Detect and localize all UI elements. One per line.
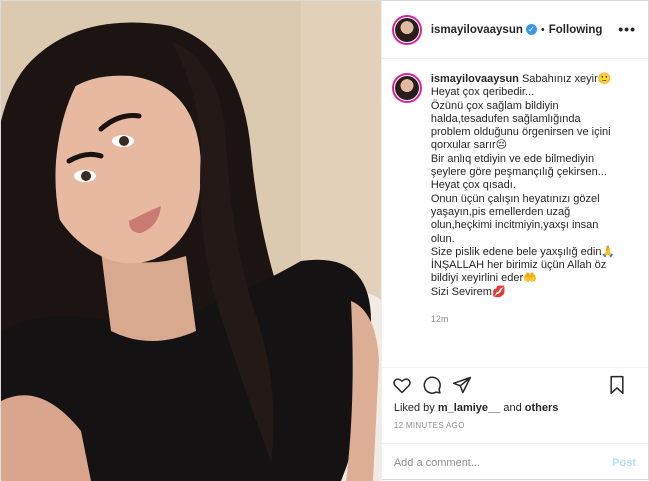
caption-line: bildiyi xeyirlini eder🤲	[430, 272, 537, 285]
post-time-ago[interactable]: 12 MINUTES AGO	[394, 421, 465, 430]
caption-line: yaşayın,pis emellerden uzağ	[430, 205, 571, 218]
add-comment-bar: Post	[381, 443, 648, 481]
add-comment-input[interactable]	[393, 456, 613, 469]
instagram-post: ismayilovaaysun ✓ • Following ••• ismayi…	[0, 0, 649, 481]
post-caption: ismayilovaaysun Sabahınız xeyir🙂 Heyat ç…	[431, 73, 615, 299]
likes-summary: Liked by m_lamiye__ and others	[394, 402, 559, 414]
liker-username[interactable]: m_lamiye__	[438, 402, 500, 414]
caption-line: olun,heçkimi incitmiyin,yaxşı insan	[430, 219, 599, 232]
separator-dot: •	[540, 23, 545, 36]
caption-line: Onun üçün çalışın heyatınızı gözel	[430, 192, 600, 205]
caption-line: olun.	[430, 232, 455, 245]
share-send-icon[interactable]	[452, 375, 472, 395]
post-comment-button[interactable]: Post	[612, 457, 636, 469]
author-avatar[interactable]	[391, 14, 422, 45]
post-photo[interactable]	[1, 1, 381, 481]
caption-line: İNŞALLAH her birimiz üçün Allah öz	[430, 259, 607, 272]
comment-bubble-icon[interactable]	[422, 375, 442, 395]
verified-badge-icon: ✓	[525, 24, 537, 35]
caption-line: qorxular sarır😔	[430, 139, 508, 152]
caption-line: Özünü çox sağlam bildiyin	[430, 99, 559, 112]
likes-and: and	[503, 402, 522, 414]
more-options-icon[interactable]: •••	[618, 21, 636, 37]
comments-section: ismayilovaaysun Sabahınız xeyir🙂 Heyat ç…	[382, 59, 648, 481]
caption-line: Size pislik edene bele yaxşılığ edin🙏	[430, 245, 616, 258]
likes-others-link[interactable]: others	[525, 402, 559, 414]
caption-line: halda,tesadufen sağlamlığında	[430, 112, 581, 125]
caption-first-line: Sabahınız xeyir🙂	[521, 73, 612, 85]
author-username[interactable]: ismayilovaaysun	[431, 24, 523, 36]
like-heart-icon[interactable]	[392, 375, 412, 395]
caption-timestamp[interactable]: 12m	[431, 314, 615, 324]
post-header: ismayilovaaysun ✓ • Following •••	[381, 1, 648, 59]
portrait-image	[1, 1, 381, 481]
caption-line: problem olduğunu örgenirsen ve içini	[430, 126, 611, 139]
following-button[interactable]: Following	[549, 24, 603, 36]
caption-line: Heyat çox qeribedir...	[430, 86, 535, 99]
caption-line: Bir anlıq etdiyin ve ede bilmediyin	[430, 152, 595, 165]
likes-prefix: Liked by	[393, 402, 435, 414]
caption-line: şeylere göre peşmançılığ çekirsen...	[430, 166, 607, 179]
caption-line: Heyat çox qısadı.	[430, 179, 516, 192]
caption-avatar[interactable]	[391, 73, 422, 103]
action-bar	[381, 367, 648, 401]
caption-username[interactable]: ismayilovaaysun	[431, 73, 519, 85]
caption-line: Sizi Sevirem💋	[430, 285, 506, 298]
bookmark-icon[interactable]	[608, 375, 626, 395]
post-sidebar: ismayilovaaysun ✓ • Following ••• ismayi…	[380, 1, 648, 481]
